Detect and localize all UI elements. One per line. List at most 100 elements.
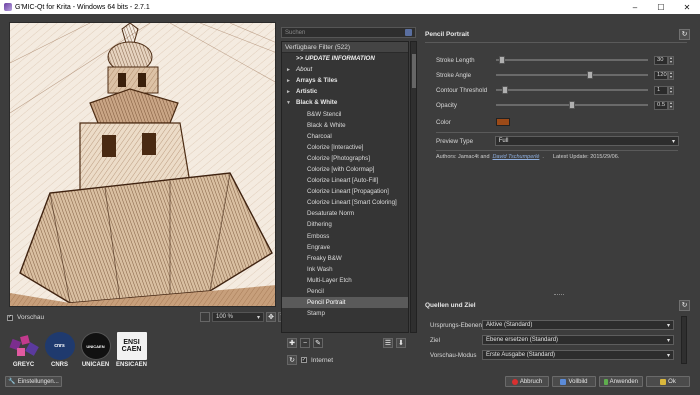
settings-button[interactable]: 🔧 Einstellungen... bbox=[5, 376, 62, 387]
minus-icon: − bbox=[302, 339, 308, 347]
expand-right-icon[interactable]: ► bbox=[286, 89, 296, 95]
filter-item[interactable]: Colorize [Interactive] bbox=[282, 142, 408, 153]
filter-item-label: Colorize Lineart [Propagation] bbox=[307, 188, 389, 196]
filter-item-label: Desaturate Norm bbox=[307, 210, 355, 218]
filter-item-label: Colorize [Photographs] bbox=[307, 154, 370, 162]
update-filters-button[interactable]: ↻ bbox=[287, 355, 297, 365]
filter-tree-scrollbar[interactable] bbox=[410, 41, 417, 333]
cancel-button[interactable]: Abbruch bbox=[505, 376, 549, 387]
remove-favorite-button[interactable]: − bbox=[300, 338, 310, 348]
internet-checkbox[interactable]: ✓ bbox=[301, 357, 307, 363]
spinner-arrows-icon[interactable]: ▴ ▾ bbox=[668, 55, 674, 65]
io-scrollbar[interactable] bbox=[681, 316, 687, 364]
spinner-arrows-icon[interactable]: ▴ ▾ bbox=[668, 85, 674, 95]
io-row-input-layers: Ursprungs-Ebenen Aktive (Standard) ▾ bbox=[430, 320, 677, 330]
chevron-down-icon: ▾ bbox=[666, 352, 670, 359]
zoom-fit-button[interactable]: ✥ bbox=[266, 312, 276, 322]
param-value-input[interactable]: 120 bbox=[654, 70, 668, 80]
filter-search-input[interactable]: Suchen bbox=[281, 27, 416, 38]
splitter-grip[interactable] bbox=[554, 294, 564, 295]
add-favorite-button[interactable]: ✚ bbox=[287, 338, 297, 348]
filter-item[interactable]: Desaturate Norm bbox=[282, 208, 408, 219]
filter-item[interactable]: B&W Stencil bbox=[282, 108, 408, 119]
param-slider[interactable] bbox=[496, 71, 648, 79]
expand-down-icon[interactable]: ▼ bbox=[286, 100, 296, 106]
filter-item[interactable]: Pencil bbox=[282, 286, 408, 297]
filter-item[interactable]: Colorize Lineart [Smart Coloring] bbox=[282, 197, 408, 208]
close-button[interactable]: ✕ bbox=[674, 0, 700, 14]
param-value-input[interactable]: 30 bbox=[654, 55, 668, 65]
filter-item[interactable]: Ink Wash bbox=[282, 264, 408, 275]
preview-divider bbox=[436, 150, 678, 151]
ok-button[interactable]: Ok bbox=[646, 376, 690, 387]
param-value-input[interactable]: 1 bbox=[654, 85, 668, 95]
reset-params-button[interactable]: ↻ bbox=[679, 28, 690, 40]
logo-greyc: GREYC bbox=[8, 332, 39, 368]
filter-item[interactable]: Charcoal bbox=[282, 131, 408, 142]
input-layers-value: Aktive (Standard) bbox=[486, 322, 533, 328]
filter-category[interactable]: ► Arrays & Tiles bbox=[282, 75, 408, 86]
preview-image[interactable] bbox=[9, 22, 276, 307]
minimize-button[interactable]: – bbox=[622, 0, 648, 14]
output-mode-combo[interactable]: Ebene ersetzen (Standard) ▾ bbox=[482, 335, 674, 345]
param-slider[interactable] bbox=[496, 56, 648, 64]
logo-greyc-caption: GREYC bbox=[12, 362, 35, 368]
filter-item-label: Colorize Lineart [Smart Coloring] bbox=[307, 199, 397, 207]
slider-handle[interactable] bbox=[586, 71, 593, 79]
filter-item[interactable]: Colorize [Photographs] bbox=[282, 153, 408, 164]
filter-category[interactable]: ▼ Black & White bbox=[282, 97, 408, 108]
preview-type-combo[interactable]: Full ▾ bbox=[494, 136, 679, 146]
filter-item[interactable]: Black & White bbox=[282, 120, 408, 131]
toggle-visibility-button[interactable]: ☰ bbox=[383, 338, 393, 348]
filter-update-info[interactable]: >> UPDATE INFORMATION bbox=[282, 53, 408, 64]
fullscreen-button[interactable]: Vollbild bbox=[552, 376, 596, 387]
slider-handle[interactable] bbox=[501, 86, 508, 94]
param-slider[interactable] bbox=[496, 101, 648, 109]
filter-category[interactable]: ► About bbox=[282, 64, 408, 75]
reset-icon: ↻ bbox=[681, 302, 688, 309]
filter-item[interactable]: Colorize [with Colormap] bbox=[282, 164, 408, 175]
maximize-button[interactable]: ☐ bbox=[648, 0, 674, 14]
filter-item[interactable]: Multi-Layer Etch bbox=[282, 275, 408, 286]
stop-icon bbox=[511, 378, 518, 385]
zoom-out-button[interactable] bbox=[200, 312, 210, 322]
ok-icon bbox=[660, 378, 667, 385]
wrench-icon: 🔧 bbox=[8, 379, 16, 385]
spinner-arrows-icon[interactable]: ▴ ▾ bbox=[668, 70, 674, 80]
filter-item[interactable]: Engrave bbox=[282, 242, 408, 253]
preview-toggle-row[interactable]: ✓ Vorschau bbox=[7, 314, 44, 321]
preview-mode-combo[interactable]: Erste Ausgabe (Standard) ▾ bbox=[482, 350, 674, 360]
filter-tree-items: >> UPDATE INFORMATION ► About ► Arrays & Til… bbox=[282, 53, 408, 319]
filter-item[interactable]: Freaky B&W bbox=[282, 253, 408, 264]
rename-favorite-button[interactable]: ✎ bbox=[313, 338, 323, 348]
expand-right-icon[interactable]: ► bbox=[286, 78, 296, 84]
slider-handle[interactable] bbox=[569, 101, 575, 109]
filter-tree-header: Verfügbare Filter (522) bbox=[282, 42, 408, 53]
author-link[interactable]: David Tschumperlé bbox=[493, 154, 540, 160]
expand-collapse-button[interactable]: ⬇ bbox=[396, 338, 406, 348]
filter-item[interactable]: Emboss bbox=[282, 231, 408, 242]
io-input-label: Ursprungs-Ebenen bbox=[430, 321, 482, 329]
scrollbar-thumb[interactable] bbox=[412, 54, 416, 88]
filter-tree[interactable]: Verfügbare Filter (522) >> UPDATE INFORM… bbox=[281, 41, 409, 333]
filter-item[interactable]: Dithering bbox=[282, 219, 408, 230]
spinner-arrows-icon[interactable]: ▴ ▾ bbox=[668, 100, 674, 110]
slider-handle[interactable] bbox=[498, 56, 505, 64]
param-slider[interactable] bbox=[496, 86, 648, 94]
param-value-input[interactable]: 0.5 bbox=[654, 100, 668, 110]
color-swatch[interactable] bbox=[496, 118, 510, 126]
input-layers-combo[interactable]: Aktive (Standard) ▾ bbox=[482, 320, 674, 330]
filter-item-label: Black & White bbox=[296, 99, 338, 107]
apply-button[interactable]: Anwenden bbox=[599, 376, 643, 387]
zoom-combo[interactable]: 100 % ▾ bbox=[212, 312, 264, 322]
preview-checkbox[interactable]: ✓ bbox=[7, 314, 13, 321]
filter-category[interactable]: ► Artistic bbox=[282, 86, 408, 97]
filter-item[interactable]: Colorize Lineart [Auto-Fill] bbox=[282, 175, 408, 186]
filter-item[interactable]: Pencil Portrait bbox=[282, 297, 408, 309]
filter-item-label: Ink Wash bbox=[307, 265, 333, 273]
filter-item[interactable]: Stamp bbox=[282, 308, 408, 319]
filter-item[interactable]: Colorize Lineart [Propagation] bbox=[282, 186, 408, 197]
reset-io-button[interactable]: ↻ bbox=[679, 299, 690, 311]
io-row-output: Ziel Ebene ersetzen (Standard) ▾ bbox=[430, 335, 677, 345]
expand-right-icon[interactable]: ► bbox=[286, 67, 296, 73]
